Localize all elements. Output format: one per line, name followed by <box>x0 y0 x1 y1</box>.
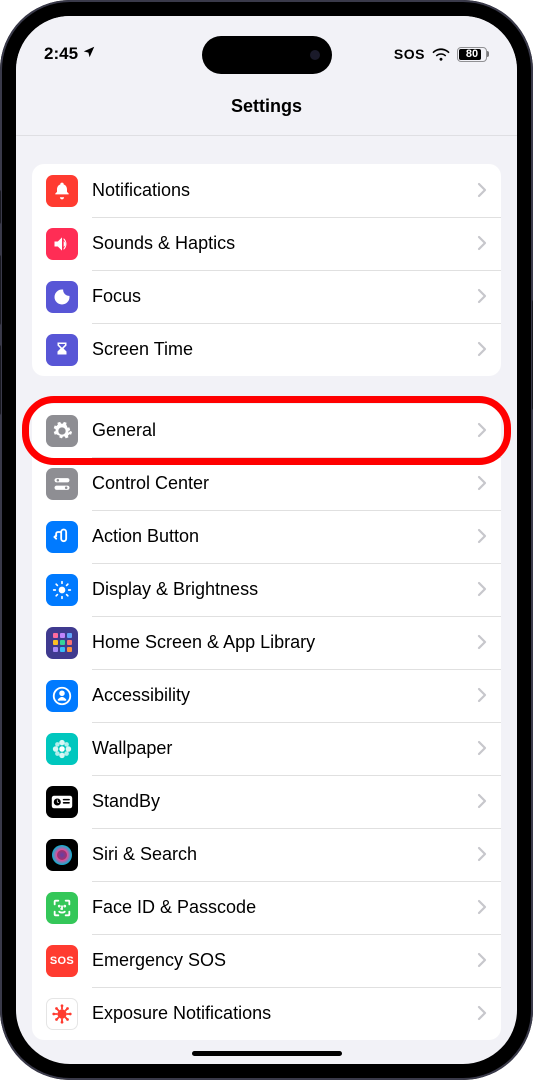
hourglass-icon <box>46 334 78 366</box>
row-label: Emergency SOS <box>92 950 477 971</box>
row-label: Control Center <box>92 473 477 494</box>
speaker-icon <box>46 228 78 260</box>
chevron-right-icon <box>477 736 487 762</box>
screen: 2:45 SOS 80 Settings <box>16 16 517 1064</box>
row-label: Sounds & Haptics <box>92 233 477 254</box>
status-right: SOS 80 <box>394 46 489 62</box>
sun-icon <box>46 574 78 606</box>
settings-row-standby[interactable]: StandBy <box>32 775 501 828</box>
chevron-right-icon <box>477 948 487 974</box>
row-label: Exposure Notifications <box>92 1003 477 1024</box>
action-icon <box>46 521 78 553</box>
settings-row-actionbutton[interactable]: Action Button <box>32 510 501 563</box>
settings-row-general[interactable]: General <box>32 404 501 457</box>
gear-icon <box>46 415 78 447</box>
settings-group: Notifications Sounds & Haptics Focus Screen… <box>32 164 501 376</box>
row-label: Accessibility <box>92 685 477 706</box>
settings-row-homescreen[interactable]: Home Screen & App Library <box>32 616 501 669</box>
settings-row-wallpaper[interactable]: Wallpaper <box>32 722 501 775</box>
chevron-right-icon <box>477 577 487 603</box>
status-sos: SOS <box>394 46 425 62</box>
settings-scroll[interactable]: Notifications Sounds & Haptics Focus Screen… <box>16 136 517 1064</box>
settings-row-sounds[interactable]: Sounds & Haptics <box>32 217 501 270</box>
settings-row-display[interactable]: Display & Brightness <box>32 563 501 616</box>
settings-row-siri[interactable]: Siri & Search <box>32 828 501 881</box>
volume-down-button[interactable] <box>0 345 1 415</box>
row-label: Screen Time <box>92 339 477 360</box>
row-label: Focus <box>92 286 477 307</box>
mute-switch[interactable] <box>0 190 1 224</box>
toggles-icon <box>46 468 78 500</box>
chevron-right-icon <box>477 471 487 497</box>
bell-icon <box>46 175 78 207</box>
settings-row-controlcenter[interactable]: Control Center <box>32 457 501 510</box>
chevron-right-icon <box>477 895 487 921</box>
chevron-right-icon <box>477 337 487 363</box>
virus-icon <box>46 998 78 1030</box>
chevron-right-icon <box>477 231 487 257</box>
row-label: StandBy <box>92 791 477 812</box>
volume-up-button[interactable] <box>0 255 1 325</box>
battery-indicator: 80 <box>457 47 489 62</box>
chevron-right-icon <box>477 418 487 444</box>
chevron-right-icon <box>477 630 487 656</box>
grid-icon <box>46 627 78 659</box>
phone-frame: 2:45 SOS 80 Settings <box>0 0 533 1080</box>
settings-row-exposure[interactable]: Exposure Notifications <box>32 987 501 1040</box>
flower-icon <box>46 733 78 765</box>
chevron-right-icon <box>477 1001 487 1027</box>
row-label: Face ID & Passcode <box>92 897 477 918</box>
battery-level: 80 <box>466 48 478 60</box>
dynamic-island <box>202 36 332 74</box>
chevron-right-icon <box>477 524 487 550</box>
row-label: Action Button <box>92 526 477 547</box>
settings-row-screentime[interactable]: Screen Time <box>32 323 501 376</box>
chevron-right-icon <box>477 284 487 310</box>
row-label: Siri & Search <box>92 844 477 865</box>
wifi-icon <box>432 47 450 61</box>
row-label: Notifications <box>92 180 477 201</box>
page-title: Settings <box>16 96 517 117</box>
row-label: Wallpaper <box>92 738 477 759</box>
sos-icon: SOS <box>46 945 78 977</box>
camera-dot <box>310 50 320 60</box>
row-label: General <box>92 420 477 441</box>
siri-icon <box>46 839 78 871</box>
person-icon <box>46 680 78 712</box>
chevron-right-icon <box>477 789 487 815</box>
face-icon <box>46 892 78 924</box>
settings-group: General Control Center Action Button Displa… <box>32 404 501 1040</box>
home-indicator[interactable] <box>192 1051 342 1056</box>
chevron-right-icon <box>477 842 487 868</box>
chevron-right-icon <box>477 178 487 204</box>
settings-row-faceid[interactable]: Face ID & Passcode <box>32 881 501 934</box>
row-label: Home Screen & App Library <box>92 632 477 653</box>
status-left: 2:45 <box>44 44 96 64</box>
row-label: Display & Brightness <box>92 579 477 600</box>
settings-row-focus[interactable]: Focus <box>32 270 501 323</box>
chevron-right-icon <box>477 683 487 709</box>
location-arrow-icon <box>82 44 96 64</box>
settings-row-accessibility[interactable]: Accessibility <box>32 669 501 722</box>
moon-icon <box>46 281 78 313</box>
clock-icon <box>46 786 78 818</box>
settings-row-notifications[interactable]: Notifications <box>32 164 501 217</box>
settings-row-sos[interactable]: SOS Emergency SOS <box>32 934 501 987</box>
status-time: 2:45 <box>44 44 78 64</box>
